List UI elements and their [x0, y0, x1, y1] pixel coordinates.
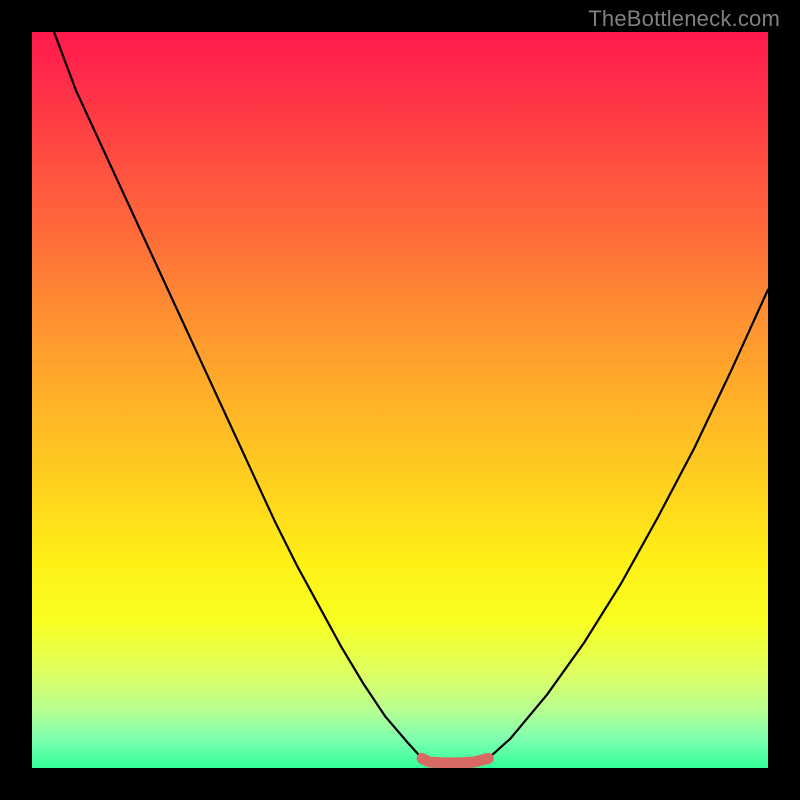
- watermark-text: TheBottleneck.com: [588, 6, 780, 32]
- chart-frame: TheBottleneck.com: [0, 0, 800, 800]
- plot-area: [32, 32, 768, 768]
- ideal-zone-marker: [422, 758, 488, 762]
- chart-svg: [32, 32, 768, 768]
- bottleneck-curve: [32, 32, 768, 763]
